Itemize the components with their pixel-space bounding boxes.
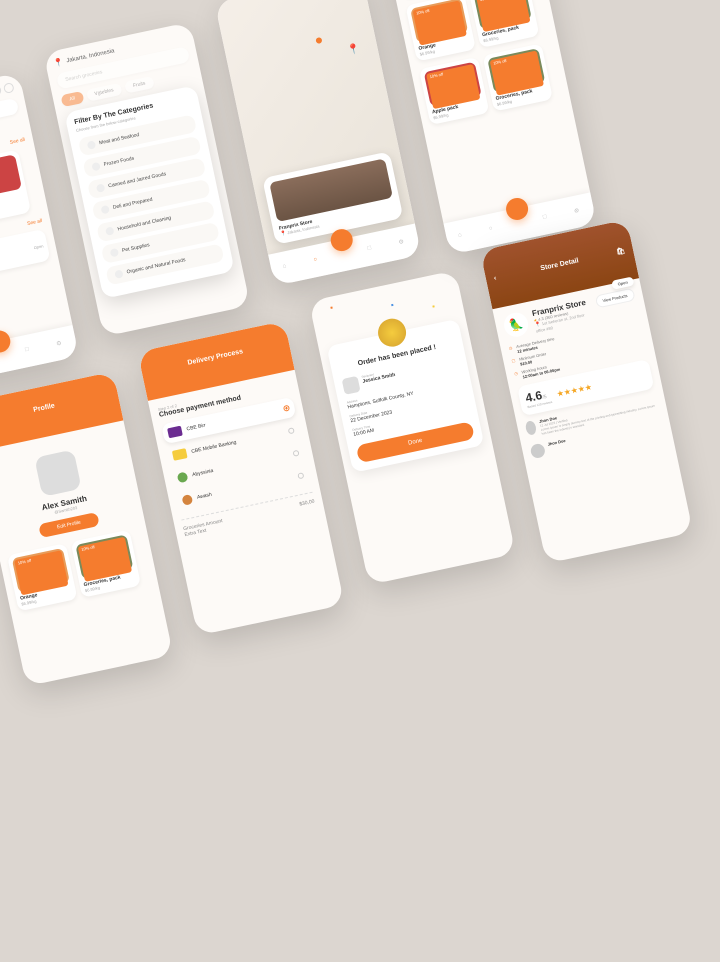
product-card[interactable]: 10% off Orange $6.99/kg (7, 543, 78, 611)
cart-icon[interactable]: □ (25, 346, 34, 355)
map-pin-icon[interactable]: 📍 (346, 43, 360, 56)
bell-icon[interactable] (3, 82, 15, 94)
reviewer-avatar (529, 442, 546, 459)
screen-profile: 9:41 Profile Alex Samith @Samith203 Edit… (0, 372, 173, 687)
bag-icon: ▢ (511, 358, 517, 369)
screen-categories: 📍Jakarta, Indonesia Search groceries All… (43, 22, 250, 337)
cart-icon[interactable]: 🛍 (616, 247, 626, 257)
settings-icon[interactable]: ⚙ (398, 238, 407, 247)
screen-store: 🦜 Franprix Store ★ 4.3 (360 reviews) 📍 1… (386, 0, 597, 255)
settings-icon[interactable]: ⚙ (56, 339, 65, 348)
product-card[interactable]: 10% offApple pack$6.99/kg (419, 57, 490, 125)
screen-delivery: Delivery Process Step 2 of 2 Choose paym… (138, 321, 345, 636)
search-icon[interactable]: ○ (313, 256, 322, 265)
screen-store-detail: Store Detail ‹ 🛍 Open 🦜 Franprix Store ★… (480, 219, 693, 563)
product-card[interactable]: 10% offOrange$6.99/kg (405, 0, 476, 62)
avatar[interactable] (0, 85, 2, 97)
clock-icon: ◷ (514, 370, 520, 381)
store-logo: 🦜 (502, 310, 530, 338)
back-icon[interactable]: ‹ (493, 274, 497, 281)
screen-map: ● 📍 Franprix Store 📍 Jakarta, Indonesia … (215, 0, 422, 286)
map-pin-icon[interactable]: ● (313, 31, 325, 48)
radio-icon (283, 405, 290, 412)
home-icon[interactable]: ⌂ (282, 262, 291, 271)
product-card[interactable]: 10% offGroceries, pack$6.99/kg (482, 43, 553, 111)
view-products-button[interactable]: View Products (594, 288, 635, 309)
product-card[interactable]: ★ 4.3 Tomato Jakarta (0, 149, 31, 224)
filter-modal: Filter By The Categories Choose from the… (64, 85, 235, 299)
nearby-item[interactable]: ★ 4.3 Red Pepper $6.99/kg Open (0, 229, 51, 288)
bottom-nav: ⌂ ○ □ ⚙ (0, 325, 79, 387)
clock-icon: ◷ (508, 345, 514, 356)
product-card[interactable]: 10% offGroceries, pack$6.99/kg (469, 0, 540, 48)
see-all-link[interactable]: See all (27, 218, 43, 228)
order-card: Order has been placed ! RecipientJessica… (327, 319, 485, 473)
reviewer-avatar (525, 420, 538, 436)
see-all-link[interactable]: See all (9, 137, 25, 147)
profile-avatar[interactable] (34, 449, 81, 496)
success-badge-icon (375, 316, 408, 349)
screen-order: Order has been placed ! RecipientJessica… (309, 270, 516, 585)
recipient-avatar (342, 376, 361, 395)
star-rating: ★★★★★ (556, 382, 593, 398)
cart-icon[interactable]: □ (367, 244, 376, 253)
product-card[interactable]: 10% off Groceries, pack $6.99/kg (71, 530, 142, 598)
